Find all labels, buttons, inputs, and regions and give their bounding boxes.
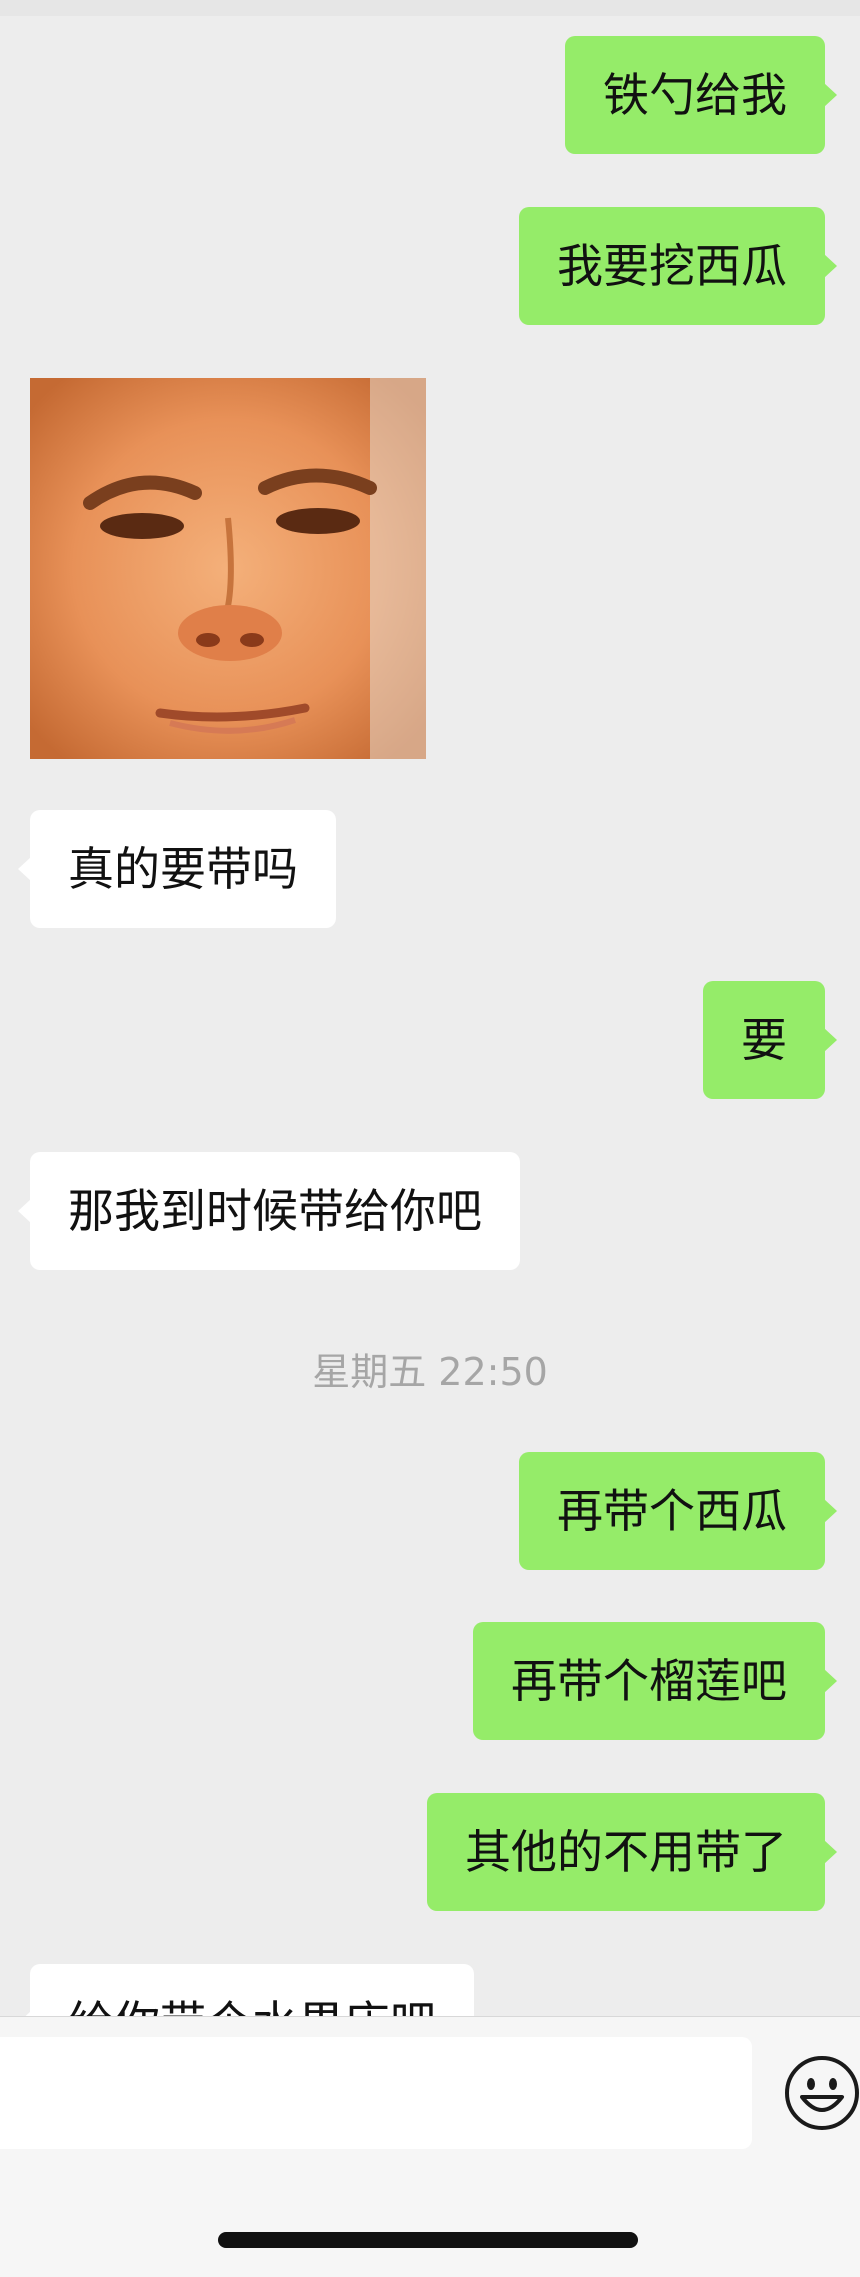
message-bubble-outgoing[interactable]: 我要挖西瓜: [519, 207, 837, 325]
message-bubble-outgoing[interactable]: 要: [703, 981, 837, 1099]
face-photo-sticker-image: [30, 378, 426, 759]
emoji-button[interactable]: [782, 2053, 860, 2133]
message-bubble-incoming[interactable]: 给你带个水果店吧: [18, 1964, 474, 2016]
chat-timestamp: 星期五 22:50: [312, 1350, 548, 1394]
message-bubble-outgoing[interactable]: 再带个西瓜: [519, 1452, 837, 1570]
message-bubble-incoming[interactable]: 那我到时候带给你吧: [18, 1152, 520, 1270]
chat-area: 铁勺给我 我要挖西瓜 真的要带吗 要 那我到时候带给你吧 星期五 22:50 再…: [0, 0, 860, 2016]
top-strip: [0, 0, 860, 16]
face-photo-sticker[interactable]: [30, 378, 426, 759]
message-input[interactable]: [0, 2037, 752, 2149]
message-bubble-outgoing[interactable]: 铁勺给我: [565, 36, 837, 154]
smiley-emoji-icon: [785, 2056, 859, 2130]
message-bubble-outgoing[interactable]: 再带个榴莲吧: [473, 1622, 837, 1740]
message-bubble-incoming[interactable]: 真的要带吗: [18, 810, 336, 928]
home-indicator[interactable]: [218, 2232, 638, 2248]
message-bubble-outgoing[interactable]: 其他的不用带了: [427, 1793, 837, 1911]
